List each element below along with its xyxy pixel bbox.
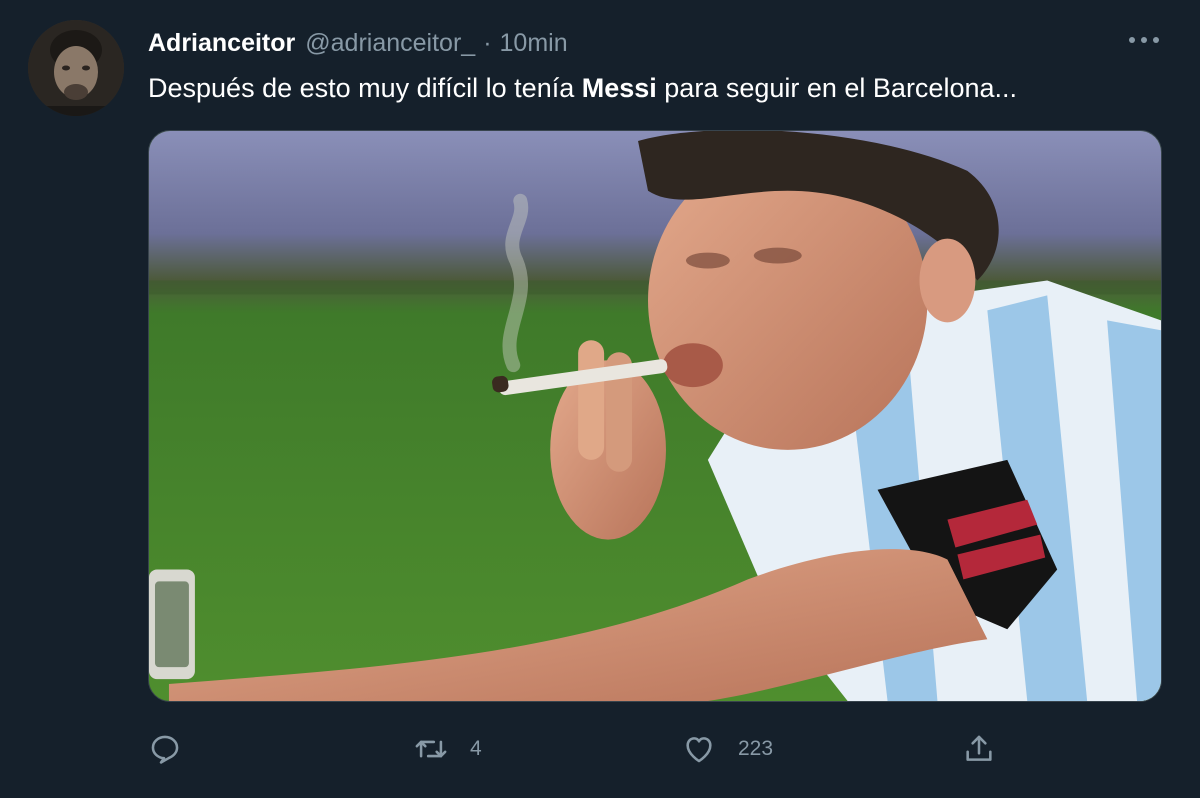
photo-icon [149,131,1161,701]
like-count: 223 [738,737,774,760]
tweet-text: Después de esto muy difícil lo tenía Mes… [148,70,1017,106]
retweet-count: 4 [470,737,482,760]
tweet-timestamp[interactable]: 10min [500,29,568,58]
retweet-button[interactable]: 4 [414,728,482,770]
tweet: Adrianceitor @adrianceitor_ · 10min Desp… [0,0,1200,798]
tweet-media[interactable] [148,130,1162,702]
avatar-photo-icon [28,20,124,116]
tweet-header: Adrianceitor @adrianceitor_ · 10min [148,26,568,60]
header-separator: · [483,28,492,57]
reply-icon [151,735,179,764]
avatar[interactable] [28,20,124,116]
retweet-icon [415,740,447,758]
more-icon [1129,37,1159,43]
tweet-actions: 4 223 [148,728,1048,770]
tweet-text-after: para seguir en el Barcelona... [656,73,1017,103]
author-display-name[interactable]: Adrianceitor [148,29,295,58]
like-button[interactable]: 223 [682,728,773,770]
share-button[interactable] [962,728,996,770]
tweet-text-before: Después de esto muy difícil lo tenía [148,73,582,103]
more-options-button[interactable] [1126,28,1162,52]
author-handle[interactable]: @adrianceitor_ [305,29,475,58]
heart-icon [686,737,712,763]
share-icon [966,735,992,761]
reply-button[interactable] [148,728,182,770]
tweet-text-bold[interactable]: Messi [582,73,657,103]
